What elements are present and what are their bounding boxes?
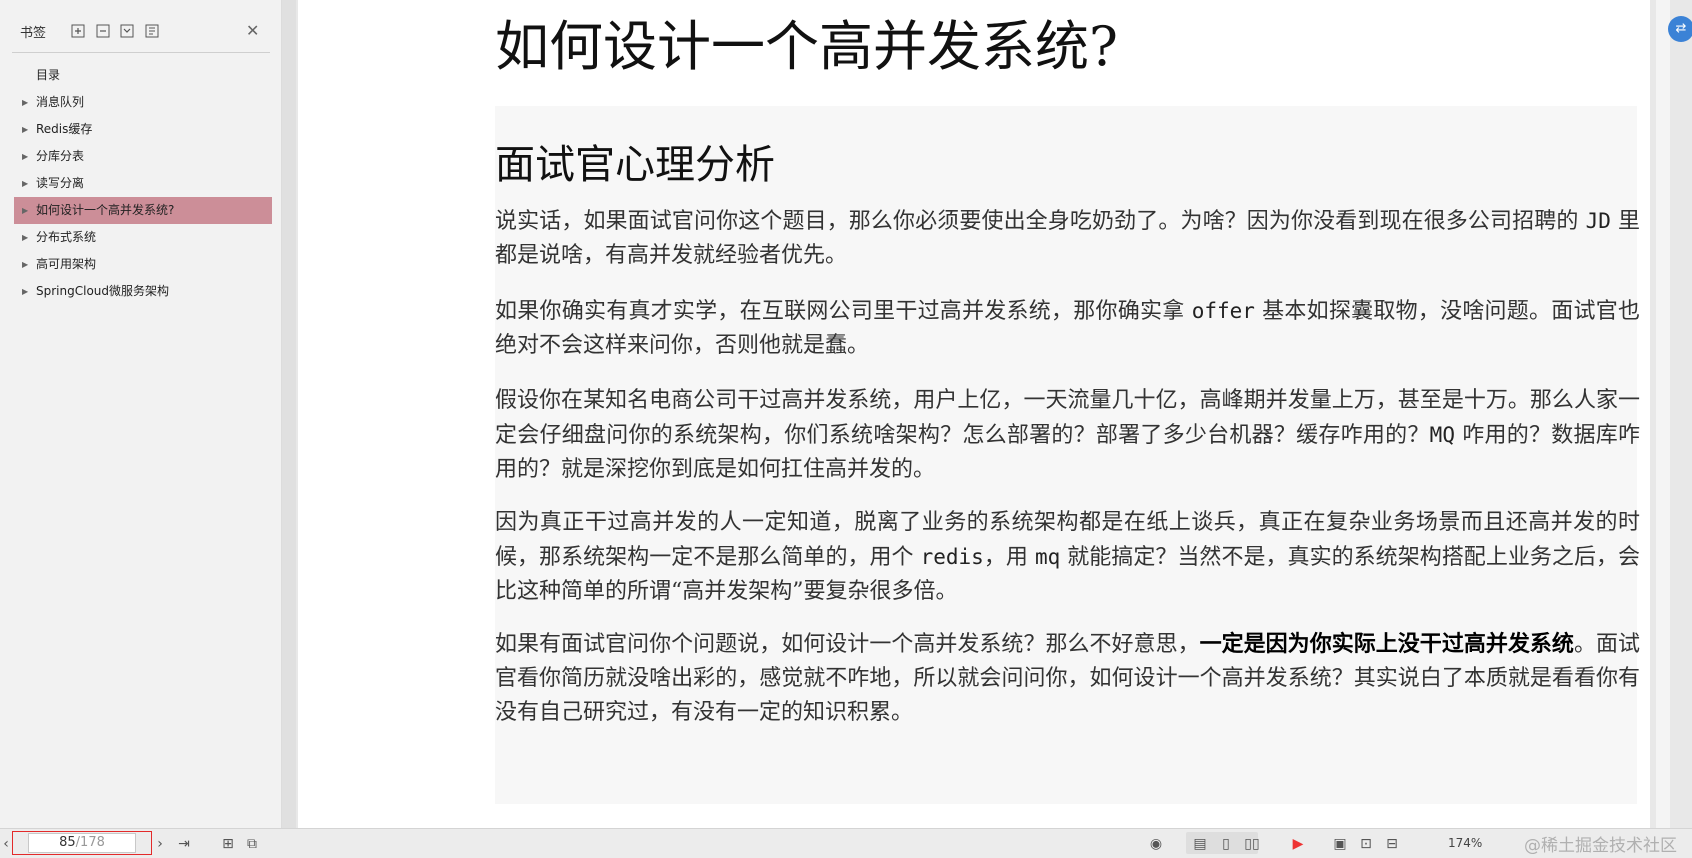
zoom-level[interactable]: 174% xyxy=(1448,836,1482,850)
two-page-view-icon[interactable]: ▯▯ xyxy=(1242,834,1262,854)
bookmark-list: 目录 ▶ 消息队列 ▶ Redis缓存 ▶ 分库分表 ▶ 读写分离 ▶ 如何设计… xyxy=(14,62,272,305)
bookmark-label: 消息队列 xyxy=(36,95,85,109)
expand-arrow-icon[interactable]: ▶ xyxy=(22,251,28,278)
bookmark-label: 分布式系统 xyxy=(36,230,97,244)
actual-size-icon[interactable]: ▣ xyxy=(1330,834,1350,854)
paragraph-text: 如果你确实有真才实学，在互联网公司里干过高并发系统，那你确实拿 xyxy=(495,299,1192,324)
add-page-icon[interactable]: ⊞ xyxy=(218,834,238,854)
bookmark-item-redis-cache[interactable]: ▶ Redis缓存 xyxy=(14,116,272,143)
paragraph-text: ，用 xyxy=(983,545,1035,570)
add-bookmark-icon[interactable] xyxy=(70,23,86,39)
bookmark-panel-title: 书签 xyxy=(20,26,47,41)
bookmark-item-message-queue[interactable]: ▶ 消息队列 xyxy=(14,89,272,116)
bookmark-item-high-concurrency[interactable]: ▶ 如何设计一个高并发系统? xyxy=(14,197,272,224)
bookmark-label: 高可用架构 xyxy=(36,257,97,271)
inline-code: MQ xyxy=(1429,423,1455,447)
bookmark-item-sharding[interactable]: ▶ 分库分表 xyxy=(14,143,272,170)
bookmark-label: SpringCloud微服务架构 xyxy=(36,284,170,298)
paragraph-2: 如果你确实有真才实学，在互联网公司里干过高并发系统，那你确实拿 offer 基本… xyxy=(495,294,1640,363)
close-icon[interactable]: ✕ xyxy=(246,21,259,40)
bookmark-label: 如何设计一个高并发系统? xyxy=(36,203,175,217)
expand-arrow-icon[interactable]: ▶ xyxy=(22,224,28,251)
expand-arrow-icon[interactable]: ▶ xyxy=(22,116,28,143)
current-page: 85 xyxy=(59,835,76,850)
fit-page-icon[interactable]: ⊡ xyxy=(1356,834,1376,854)
expand-arrow-icon[interactable]: ▶ xyxy=(22,278,28,305)
bookmark-item-toc[interactable]: 目录 xyxy=(14,62,272,89)
paragraph-1: 说实话，如果面试官问你这个题目，那么你必须要使出全身吃奶劲了。为啥？因为你没看到… xyxy=(495,204,1640,273)
expand-bookmark-icon[interactable] xyxy=(119,23,135,39)
translate-icon[interactable]: ⇄ xyxy=(1668,16,1692,42)
next-page-icon[interactable]: › xyxy=(150,834,170,854)
bookmark-options-icon[interactable] xyxy=(144,23,160,39)
inline-code: offer xyxy=(1191,299,1255,323)
bookmark-label: 目录 xyxy=(36,68,61,82)
document-title: 如何设计一个高并发系统? xyxy=(495,15,1118,78)
expand-arrow-icon[interactable]: ▶ xyxy=(22,143,28,170)
document-page: 如何设计一个高并发系统? 面试官心理分析 说实话，如果面试官问你这个题目，那么你… xyxy=(298,0,1650,828)
status-bar: ‹ 85/178 › ⇥ ⊞ ⧉ ◉ ▤ ▯ ▯▯ ▶ ▣ ⊡ ⊟ 174% @… xyxy=(0,828,1692,858)
bookmark-item-springcloud[interactable]: ▶ SpringCloud微服务架构 xyxy=(14,278,272,305)
paragraph-text: 如果有面试官问你个问题说，如何设计一个高并发系统？那么不好意思， xyxy=(495,632,1200,657)
vertical-scrollbar[interactable] xyxy=(1656,0,1670,828)
bookmark-item-distributed[interactable]: ▶ 分布式系统 xyxy=(14,224,272,251)
fit-width-icon[interactable]: ⊟ xyxy=(1382,834,1402,854)
paragraph-5: 如果有面试官问你个问题说，如何设计一个高并发系统？那么不好意思，一定是因为你实际… xyxy=(495,627,1640,730)
last-page-icon[interactable]: ⇥ xyxy=(174,834,194,854)
inline-code: redis xyxy=(920,545,984,569)
bold-text: 一定是因为你实际上没干过高并发系统 xyxy=(1199,631,1574,657)
bookmark-item-read-write-split[interactable]: ▶ 读写分离 xyxy=(14,170,272,197)
expand-arrow-icon[interactable]: ▶ xyxy=(22,89,28,116)
page-number-input[interactable]: 85/178 xyxy=(28,833,136,853)
expand-arrow-icon[interactable]: ▶ xyxy=(22,197,28,224)
bookmark-label: 分库分表 xyxy=(36,149,85,163)
single-page-view-icon[interactable]: ▯ xyxy=(1216,834,1236,854)
watermark: @稀土掘金技术社区 xyxy=(1524,836,1677,856)
play-icon[interactable]: ▶ xyxy=(1288,834,1308,854)
expand-arrow-icon[interactable]: ▶ xyxy=(22,170,28,197)
bookmark-panel: 书签 ✕ 目录 ▶ 消息队列 ▶ Redis缓存 ▶ 分库分表 ▶ 读写分离 ▶… xyxy=(0,0,282,828)
paragraph-text: 说实话，如果面试官问你这个题目，那么你必须要使出全身吃奶劲了。为啥？因为你没看到… xyxy=(495,209,1586,234)
remove-bookmark-icon[interactable] xyxy=(95,23,111,39)
bookmark-item-high-availability[interactable]: ▶ 高可用架构 xyxy=(14,251,272,278)
total-pages: /178 xyxy=(75,835,105,850)
inline-code: JD xyxy=(1585,209,1611,233)
bookmark-label: 读写分离 xyxy=(36,176,85,190)
section-heading: 面试官心理分析 xyxy=(495,142,775,188)
paragraph-4: 因为真正干过高并发的人一定知道，脱离了业务的系统架构都是在纸上谈兵，真正在复杂业… xyxy=(495,506,1640,609)
paragraph-3: 假设你在某知名电商公司干过高并发系统，用户上亿，一天流量几十亿，高峰期并发量上万… xyxy=(495,384,1640,487)
bookmark-label: Redis缓存 xyxy=(36,122,93,136)
eye-icon[interactable]: ◉ xyxy=(1146,834,1166,854)
export-page-icon[interactable]: ⧉ xyxy=(242,834,262,854)
sidebar-splitter[interactable] xyxy=(282,0,296,828)
inline-code: mq xyxy=(1034,545,1061,569)
continuous-view-icon[interactable]: ▤ xyxy=(1190,834,1210,854)
bookmark-panel-header: 书签 ✕ xyxy=(12,14,270,53)
